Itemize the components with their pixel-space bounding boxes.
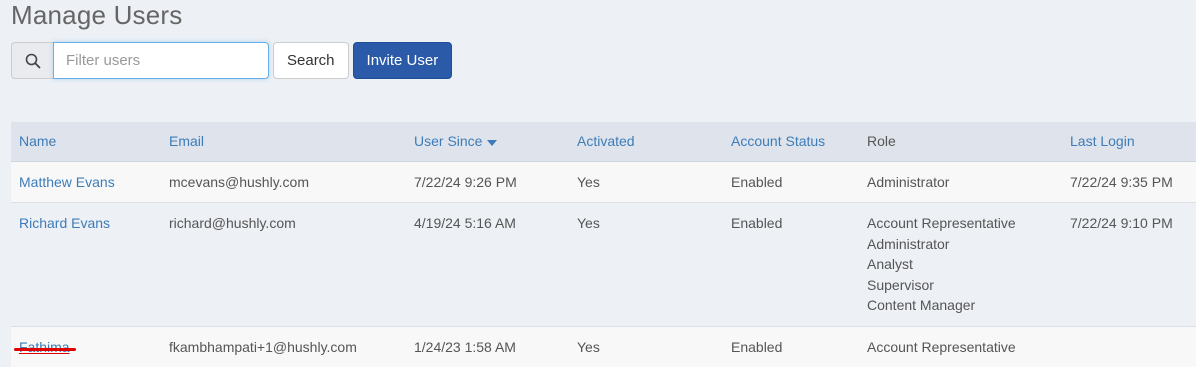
cell-user-since: 7/22/24 9:26 PM <box>406 161 569 203</box>
table-header-row: Name Email User Since Activated Account … <box>11 122 1196 162</box>
cell-last-login <box>1062 326 1196 367</box>
cell-activated: Yes <box>569 202 723 327</box>
filter-users-input[interactable] <box>53 42 269 79</box>
column-header-email[interactable]: Email <box>161 122 406 162</box>
cell-role: Account Representative <box>859 326 1062 367</box>
role-item: Content Manager <box>867 297 976 313</box>
cell-name: Richard Evans <box>11 202 161 327</box>
sort-desc-icon <box>487 139 498 146</box>
manage-users-page: Manage Users Search Invite User Name Ema… <box>0 0 1196 367</box>
table-row: Matthew Evans mcevans@hushly.com 7/22/24… <box>11 161 1196 203</box>
column-header-activated[interactable]: Activated <box>569 122 723 162</box>
cell-role: Account Representative Administrator Ana… <box>859 202 1062 327</box>
cell-email: fkambhampati+1@hushly.com <box>161 326 406 367</box>
cell-activated: Yes <box>569 161 723 203</box>
role-item: Administrator <box>867 173 950 190</box>
cell-account-status: Enabled <box>723 202 859 327</box>
role-item: Account Representative <box>867 215 1016 231</box>
cell-name: Matthew Evans <box>11 161 161 203</box>
role-item: Administrator <box>867 235 950 252</box>
cell-user-since: 4/19/24 5:16 AM <box>406 202 569 327</box>
column-header-last-login[interactable]: Last Login <box>1062 122 1196 162</box>
page-title: Manage Users <box>11 0 183 30</box>
table-row: Richard Evans richard@hushly.com 4/19/24… <box>11 202 1196 327</box>
cell-user-since: 1/24/23 1:58 AM <box>406 326 569 367</box>
cell-account-status: Enabled <box>723 326 859 367</box>
column-header-user-since-label: User Since <box>414 133 483 150</box>
column-header-user-since[interactable]: User Since <box>406 122 569 162</box>
column-header-role: Role <box>859 122 1062 162</box>
column-header-account-status[interactable]: Account Status <box>723 122 859 162</box>
cell-email: mcevans@hushly.com <box>161 161 406 203</box>
cell-name: Fathima <box>11 326 161 367</box>
column-header-name[interactable]: Name <box>11 122 161 162</box>
cell-last-login: 7/22/24 9:35 PM <box>1062 161 1196 203</box>
search-button[interactable]: Search <box>273 42 349 79</box>
cell-role: Administrator <box>859 161 1062 203</box>
users-table: Name Email User Since Activated Account … <box>11 122 1196 367</box>
role-item: Supervisor <box>867 276 934 293</box>
annotation-underline <box>14 348 76 351</box>
cell-activated: Yes <box>569 326 723 367</box>
user-name-link[interactable]: Fathima <box>19 339 70 355</box>
cell-account-status: Enabled <box>723 161 859 203</box>
role-item: Analyst <box>867 256 913 272</box>
invite-user-button[interactable]: Invite User <box>352 42 453 79</box>
user-name-link[interactable]: Matthew Evans <box>19 174 115 190</box>
table-row: Fathima fkambhampati+1@hushly.com 1/24/2… <box>11 326 1196 367</box>
cell-email: richard@hushly.com <box>161 202 406 327</box>
user-toolbar: Search Invite User <box>11 42 453 79</box>
search-icon <box>11 42 53 79</box>
role-item: Account Representative <box>867 338 1016 355</box>
cell-last-login: 7/22/24 9:10 PM <box>1062 202 1196 327</box>
user-name-link[interactable]: Richard Evans <box>19 215 110 231</box>
